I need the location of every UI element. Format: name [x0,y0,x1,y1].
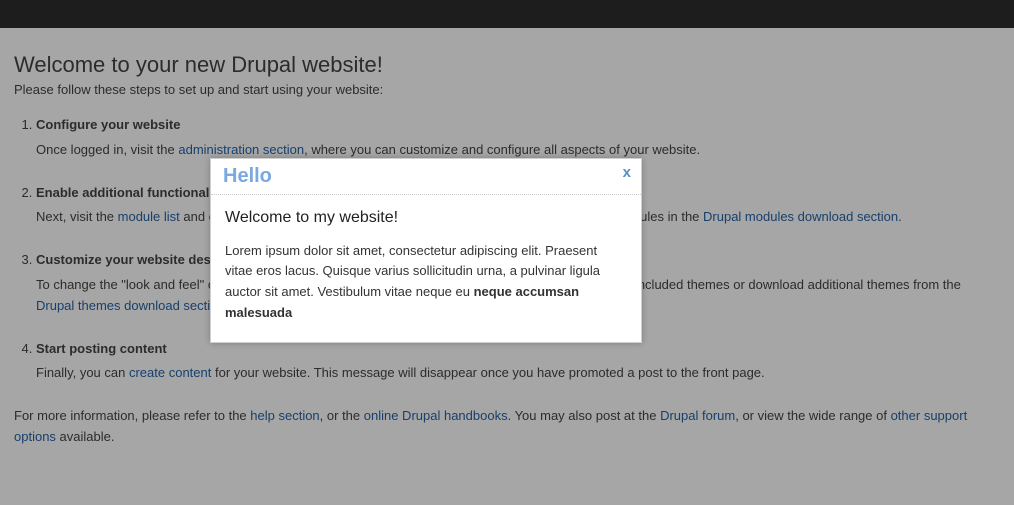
modal-header: Hello x [211,159,641,195]
modal-body: Welcome to my website! Lorem ipsum dolor… [211,195,641,342]
welcome-modal: Hello x Welcome to my website! Lorem ips… [210,158,642,343]
modal-welcome-text: Welcome to my website! [225,205,627,231]
modal-lorem-text: Lorem ipsum dolor sit amet, consectetur … [225,241,627,324]
modal-title: Hello [223,165,272,187]
close-icon[interactable]: x [623,165,631,180]
